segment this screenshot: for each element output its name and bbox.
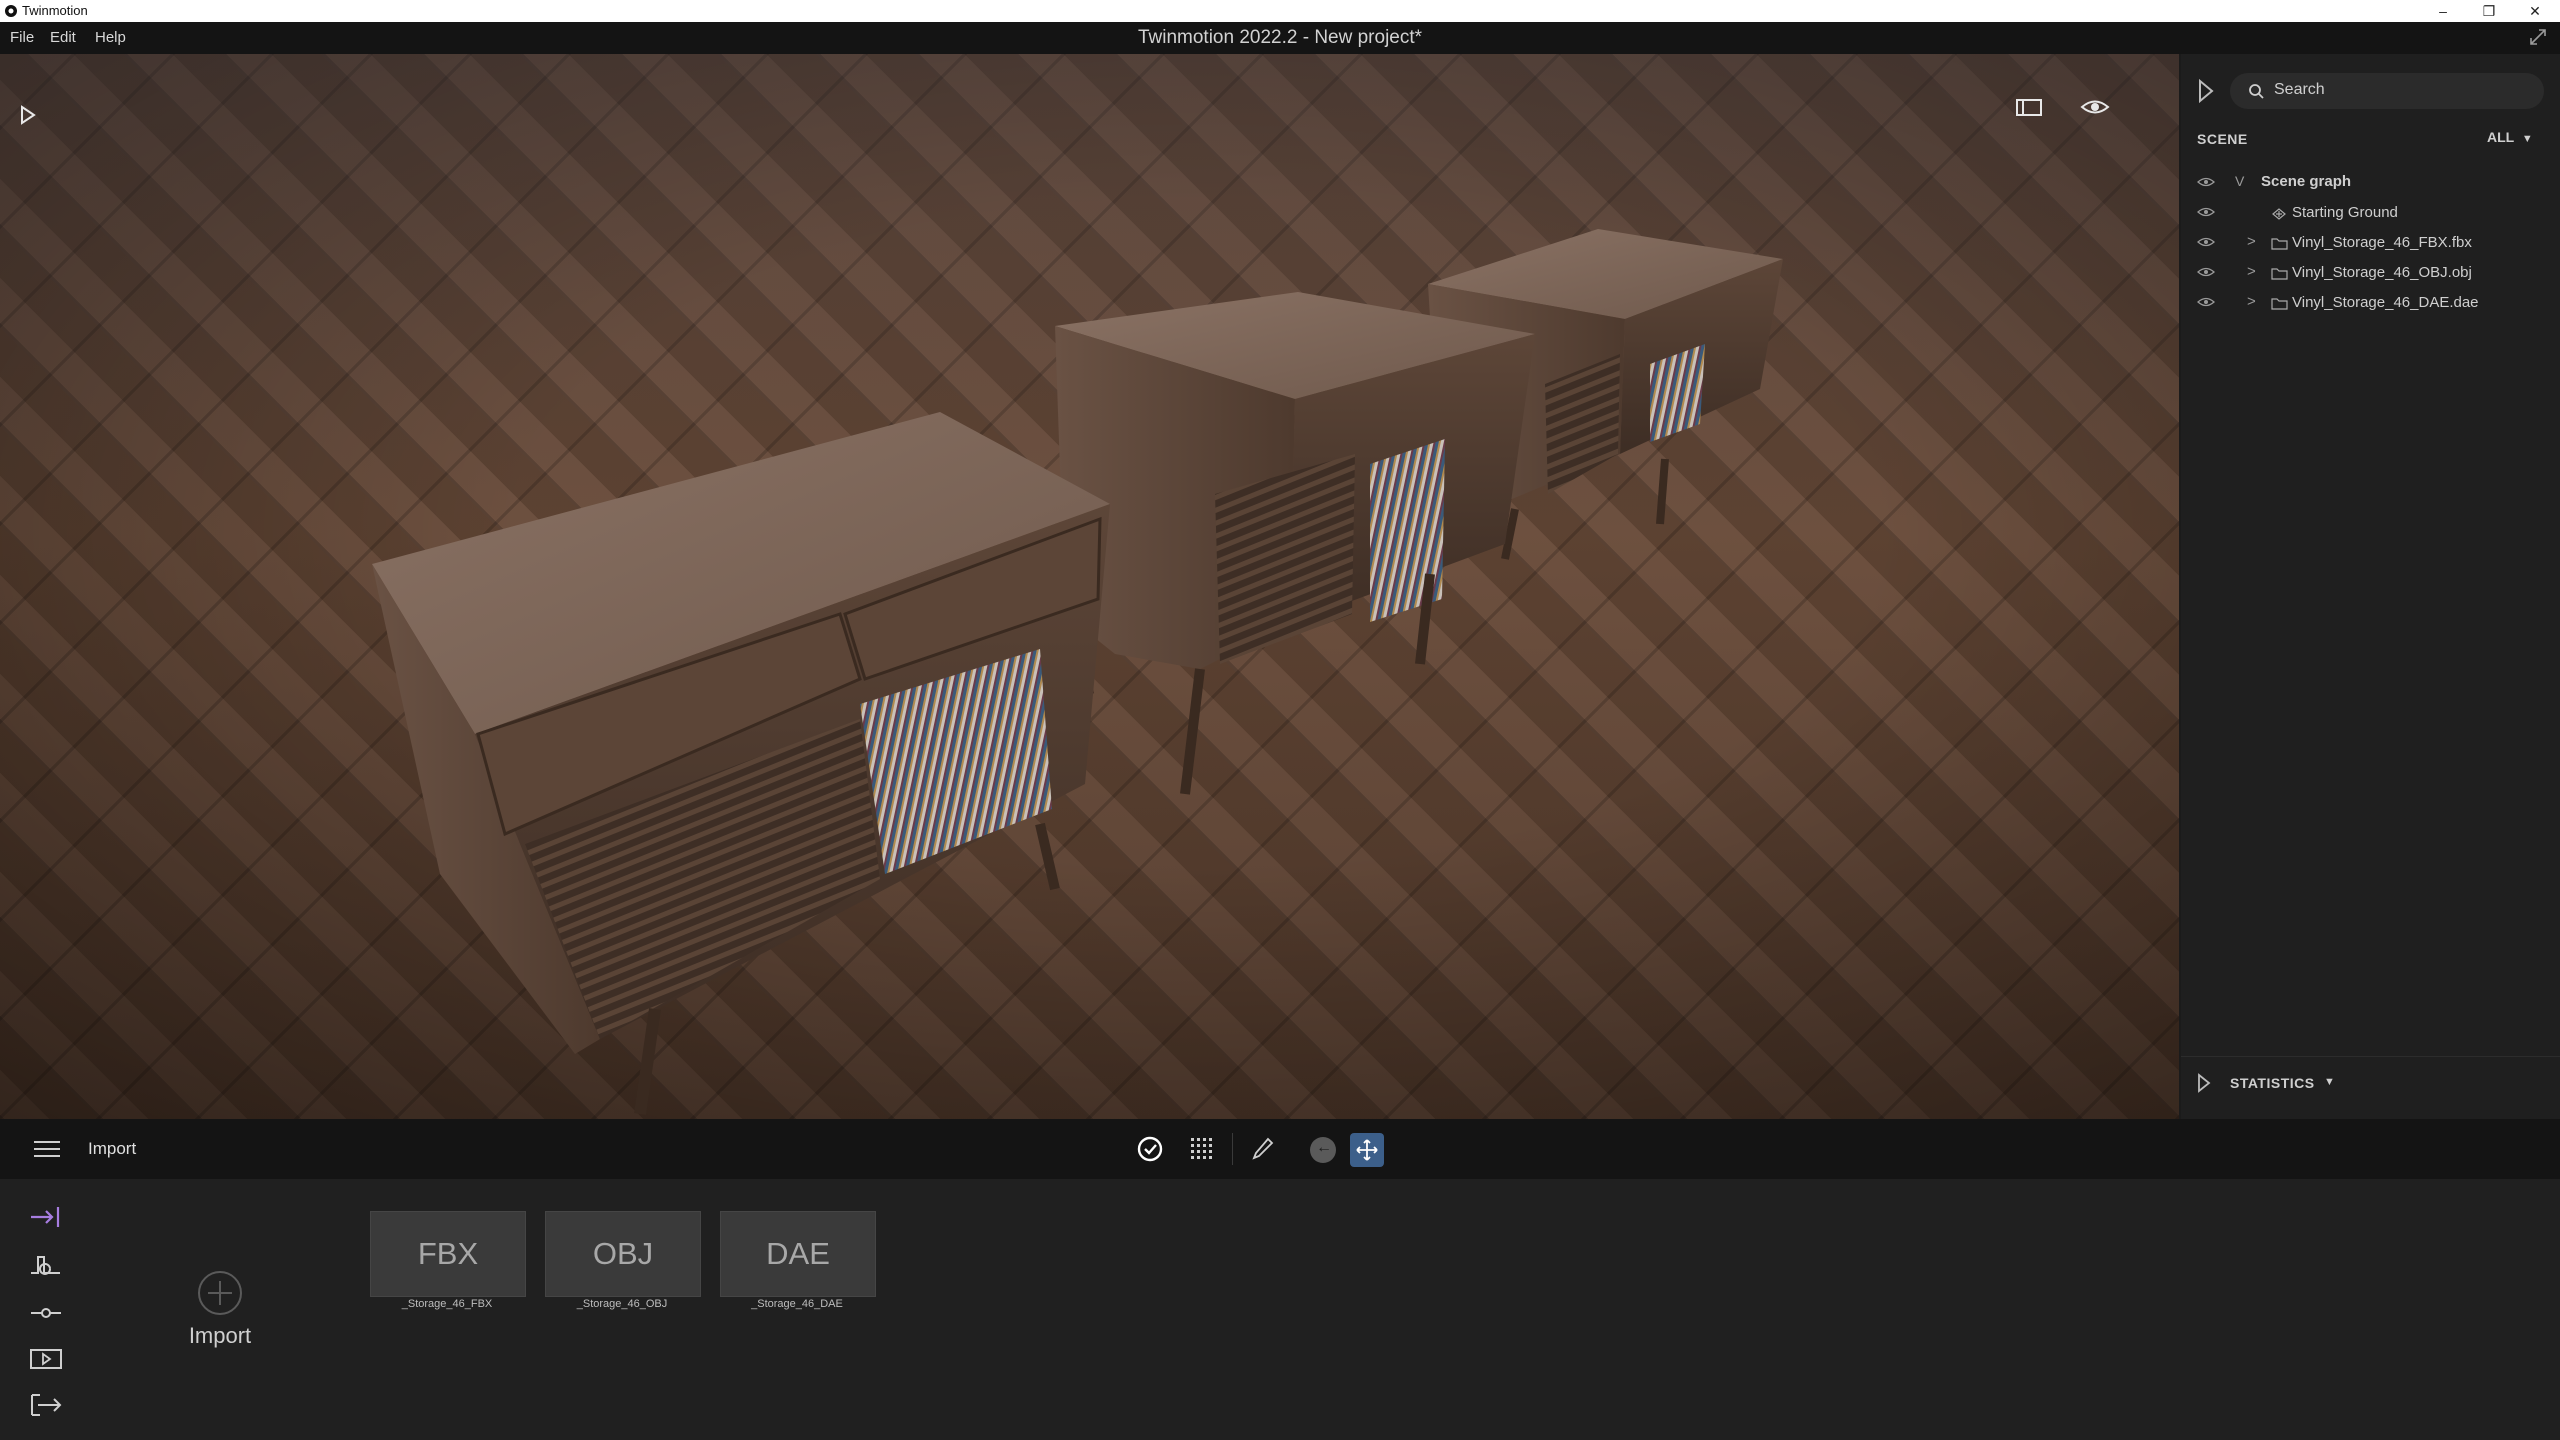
tree-label: Vinyl_Storage_46_OBJ.obj bbox=[2292, 264, 2472, 281]
tree-item-vinyl-obj[interactable]: > Vinyl_Storage_46_OBJ.obj bbox=[2181, 258, 2560, 288]
import-item-fbx[interactable]: FBX bbox=[370, 1211, 526, 1297]
visibility-eye-icon[interactable] bbox=[2197, 266, 2215, 278]
statistics-label: STATISTICS bbox=[2230, 1075, 2315, 1091]
format-label: DAE bbox=[766, 1236, 830, 1271]
item-caption: _Storage_46_OBJ bbox=[576, 1298, 668, 1310]
chevron-down-icon[interactable]: V bbox=[2235, 173, 2244, 189]
chevron-right-icon[interactable]: > bbox=[2247, 293, 2256, 310]
bottom-toolbar: Import ← bbox=[0, 1119, 2560, 1179]
folder-icon bbox=[2271, 238, 2288, 250]
tree-label: Scene graph bbox=[2261, 173, 2352, 190]
item-caption: _Storage_46_FBX bbox=[401, 1298, 493, 1310]
scene-section-label: SCENE bbox=[2197, 131, 2248, 147]
settings-icon[interactable] bbox=[28, 1299, 64, 1327]
visibility-eye-icon[interactable] bbox=[2197, 296, 2215, 308]
export-icon[interactable] bbox=[28, 1391, 64, 1419]
filter-label: ALL bbox=[2487, 129, 2514, 145]
visibility-eye-icon[interactable] bbox=[2197, 176, 2215, 188]
format-label: OBJ bbox=[592, 1236, 654, 1271]
format-label: FBX bbox=[417, 1236, 479, 1271]
play-icon[interactable] bbox=[12, 100, 42, 130]
import-tab-icon[interactable] bbox=[28, 1203, 64, 1231]
collapse-panel-icon[interactable] bbox=[2196, 78, 2216, 104]
tree-item-vinyl-dae[interactable]: > Vinyl_Storage_46_DAE.dae bbox=[2181, 288, 2560, 318]
mode-label: Import bbox=[88, 1139, 137, 1158]
hamburger-menu-icon[interactable] bbox=[32, 1139, 62, 1159]
move-icon bbox=[1356, 1139, 1378, 1161]
tree-label: Starting Ground bbox=[2292, 204, 2398, 221]
toolbar-divider bbox=[1232, 1133, 1233, 1165]
import-button-label: Import bbox=[188, 1323, 252, 1348]
tree-item-scene-graph[interactable]: V Scene graph bbox=[2181, 168, 2560, 198]
visibility-eye-icon[interactable] bbox=[2197, 236, 2215, 248]
twinmotion-logo-icon bbox=[5, 5, 17, 17]
menu-file[interactable]: File bbox=[10, 29, 34, 46]
eyedropper-icon[interactable] bbox=[1248, 1135, 1276, 1163]
restore-button[interactable]: ❐ bbox=[2466, 0, 2512, 22]
add-icon bbox=[198, 1271, 242, 1315]
fullscreen-icon[interactable] bbox=[2528, 27, 2548, 47]
move-tool-button[interactable] bbox=[1350, 1133, 1384, 1167]
back-icon[interactable]: ← bbox=[1310, 1137, 1336, 1163]
select-icon[interactable] bbox=[1136, 1135, 1166, 1165]
import-item-dae[interactable]: DAE bbox=[720, 1211, 876, 1297]
minimize-button[interactable]: – bbox=[2420, 0, 2466, 22]
tree-item-vinyl-fbx[interactable]: > Vinyl_Storage_46_FBX.fbx bbox=[2181, 228, 2560, 258]
tree-item-starting-ground[interactable]: Starting Ground bbox=[2181, 198, 2560, 228]
chevron-down-icon: ▼ bbox=[2521, 133, 2533, 145]
media-icon[interactable] bbox=[28, 1345, 64, 1373]
expand-icon bbox=[2198, 1073, 2211, 1093]
import-item-obj[interactable]: OBJ bbox=[545, 1211, 701, 1297]
folder-icon bbox=[2271, 268, 2288, 280]
3d-viewport[interactable] bbox=[0, 54, 2179, 1119]
import-panel: Import FBX _Storage_46_FBX OBJ _Storage_… bbox=[0, 1179, 2560, 1440]
grid-snap-icon[interactable] bbox=[1188, 1135, 1216, 1163]
chevron-right-icon[interactable]: > bbox=[2247, 233, 2256, 250]
context-icon[interactable] bbox=[28, 1251, 64, 1279]
folder-icon bbox=[2271, 298, 2288, 310]
vinyl-cabinets-render bbox=[372, 229, 1783, 1115]
menu-help[interactable]: Help bbox=[95, 29, 126, 46]
search-placeholder: Search bbox=[2274, 81, 2325, 98]
visibility-eye-icon[interactable] bbox=[2197, 206, 2215, 218]
ground-icon bbox=[2272, 208, 2286, 220]
item-caption: _Storage_46_DAE bbox=[751, 1298, 843, 1310]
os-title-bar: Twinmotion – ❐ ✕ bbox=[0, 0, 2560, 22]
eye-icon[interactable] bbox=[2080, 92, 2110, 122]
tree-label: Vinyl_Storage_46_FBX.fbx bbox=[2292, 234, 2472, 251]
app-menu-bar: Twinmotion 2022.2 - New project* File Ed… bbox=[0, 22, 2560, 54]
os-window-title: Twinmotion bbox=[22, 3, 88, 18]
chevron-right-icon[interactable]: > bbox=[2247, 263, 2256, 280]
filter-dropdown[interactable]: ALL ▼ bbox=[2487, 129, 2533, 145]
search-icon bbox=[2249, 84, 2264, 99]
divider bbox=[2181, 1056, 2560, 1057]
app-title: Twinmotion 2022.2 - New project* bbox=[1137, 27, 1423, 48]
menu-edit[interactable]: Edit bbox=[50, 29, 76, 46]
chevron-down-icon: ▼ bbox=[2324, 1076, 2335, 1088]
import-button[interactable]: Import bbox=[175, 1269, 265, 1359]
search-input[interactable]: Search bbox=[2230, 73, 2544, 109]
close-button[interactable]: ✕ bbox=[2512, 0, 2558, 22]
panel-icon[interactable] bbox=[2014, 92, 2044, 122]
tree-label: Vinyl_Storage_46_DAE.dae bbox=[2292, 294, 2479, 311]
